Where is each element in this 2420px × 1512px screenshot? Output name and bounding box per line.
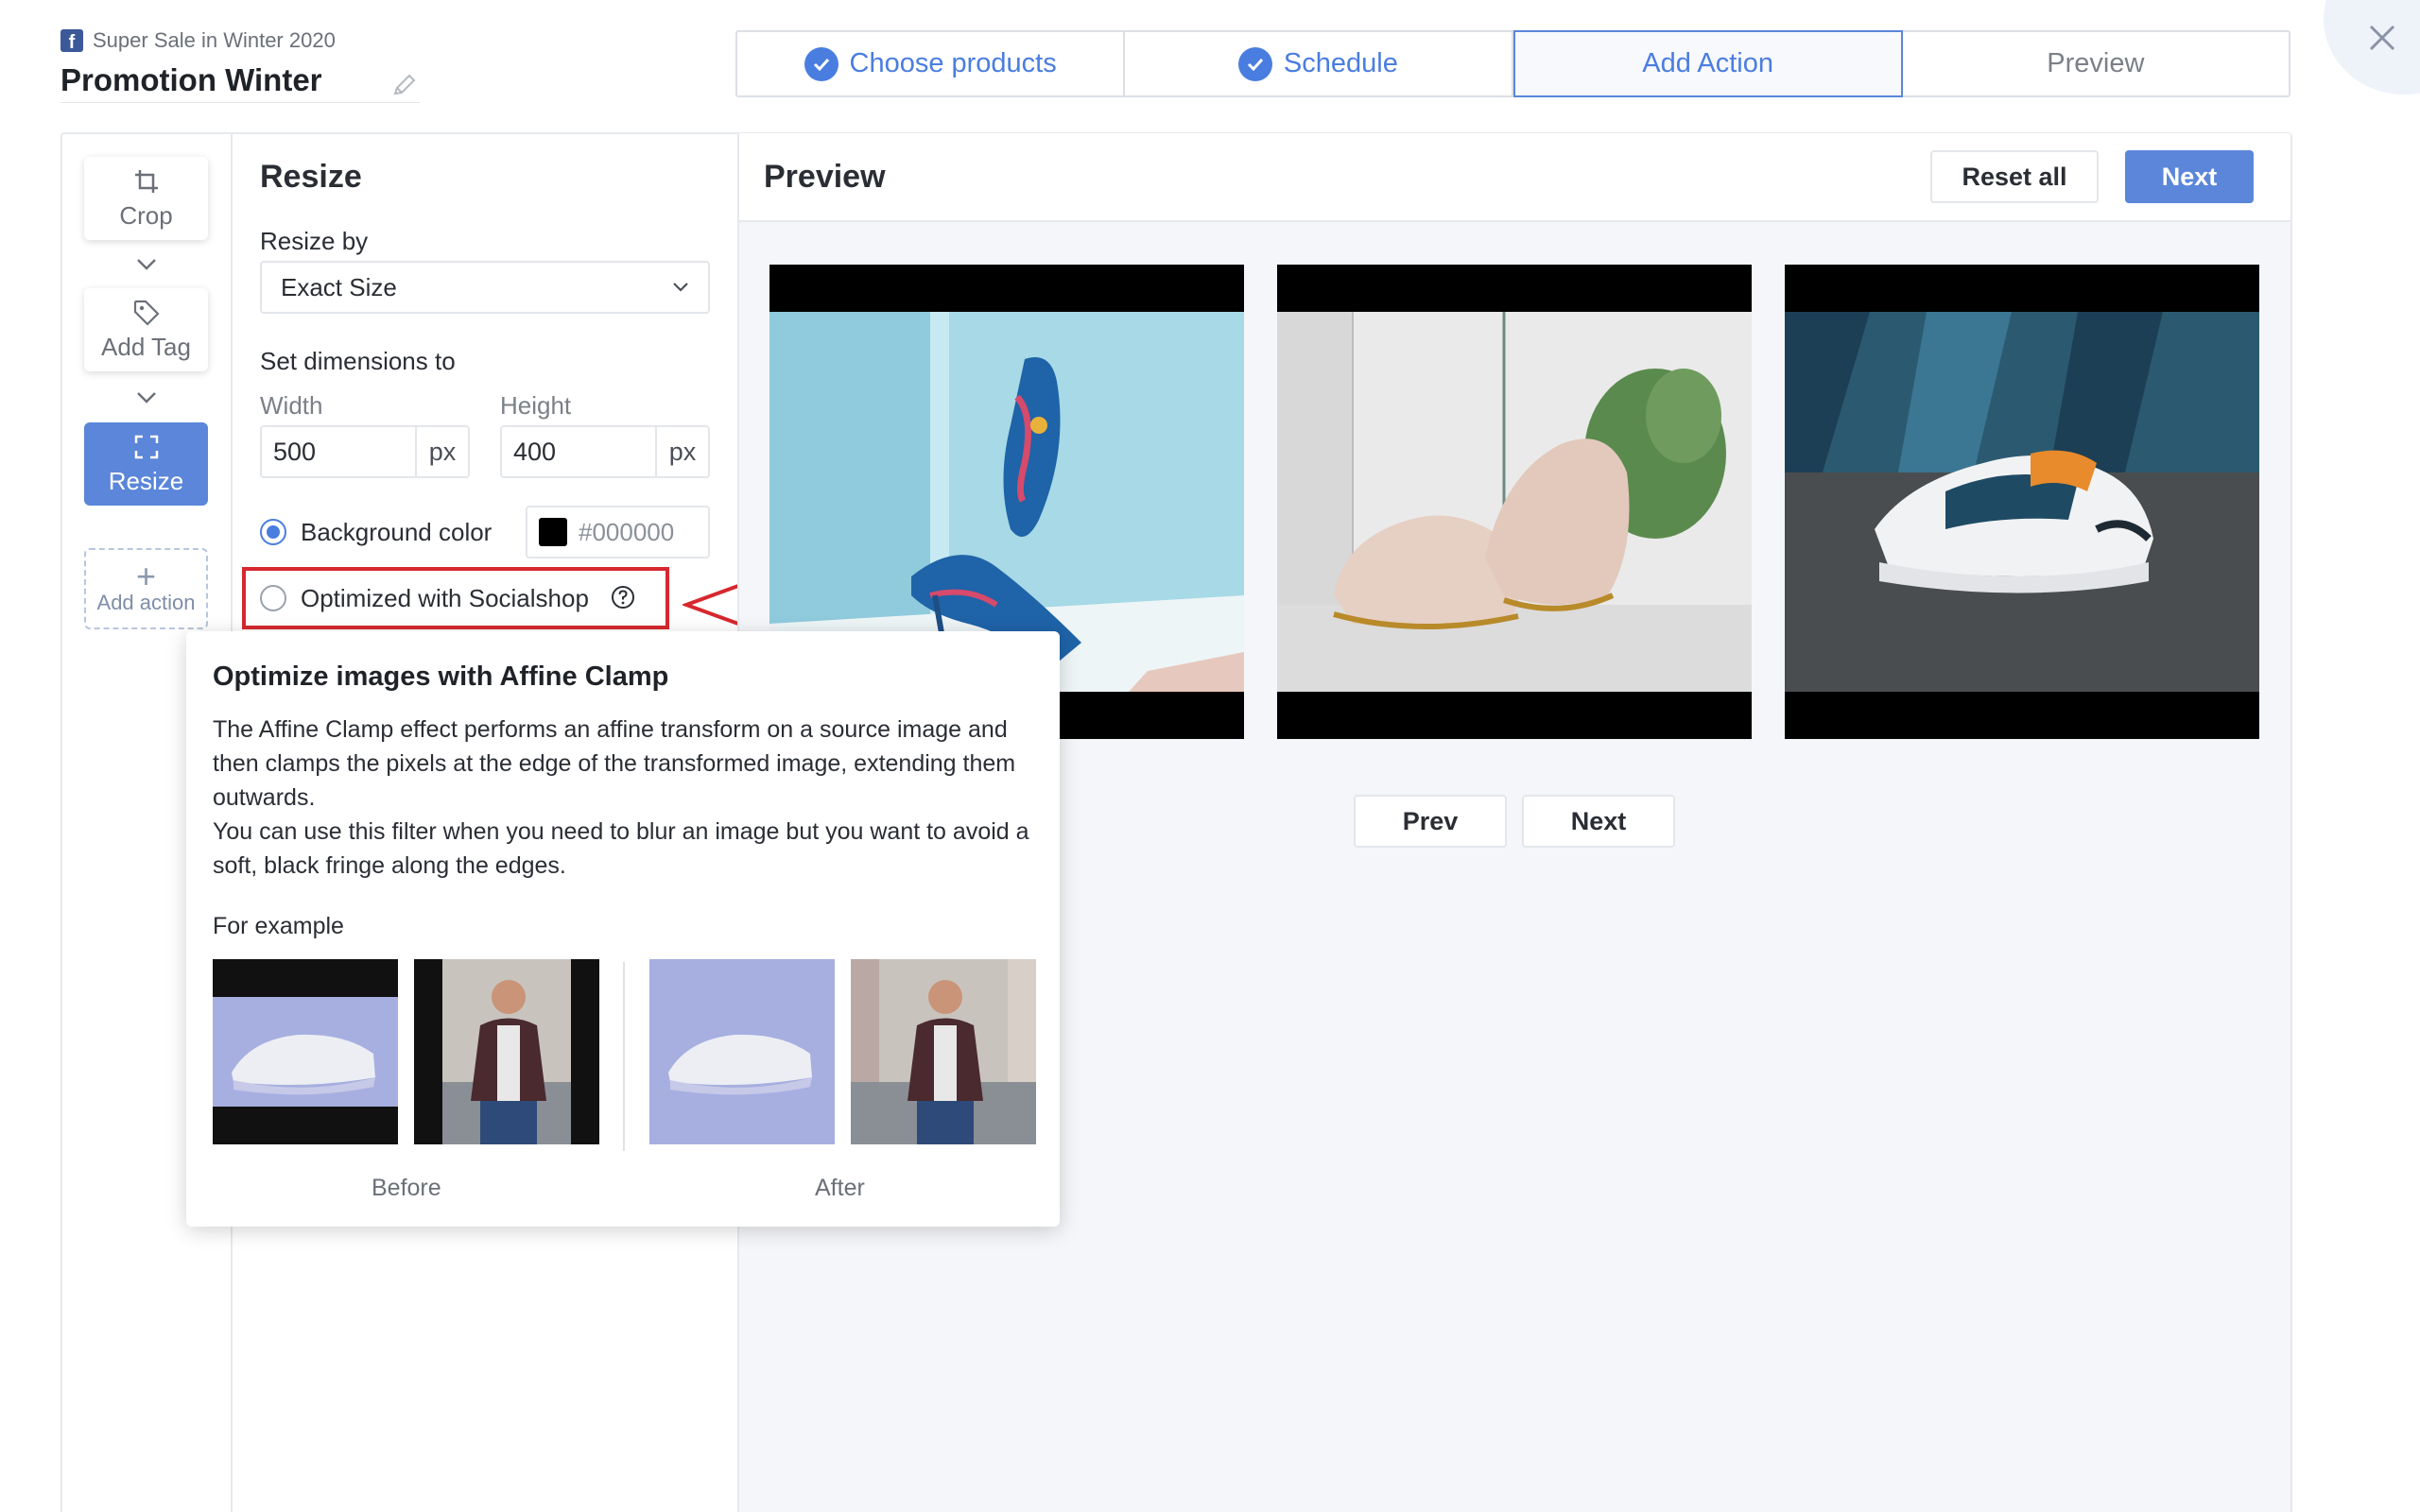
width-unit: px	[415, 427, 468, 476]
crop-icon	[134, 169, 158, 193]
sneaker-photo	[1785, 312, 2259, 692]
crop-action[interactable]: Crop	[84, 157, 208, 240]
campaign-row: f Super Sale in Winter 2020	[60, 28, 336, 53]
width-field[interactable]: 500 px	[260, 425, 470, 478]
step-label: Add Action	[1642, 48, 1773, 78]
height-unit: px	[655, 427, 708, 476]
chevron-down-icon	[673, 283, 688, 292]
background-color-radio[interactable]	[260, 519, 286, 545]
width-value: 500	[273, 437, 317, 466]
resize-action[interactable]: Resize	[84, 422, 208, 506]
popover-paragraph: You can use this filter when you need to…	[213, 818, 1029, 879]
optimized-label: Optimized with Socialshop	[301, 584, 589, 612]
example-divider	[623, 962, 625, 1151]
after-man-thumb	[851, 959, 1036, 1144]
crop-label: Crop	[119, 200, 173, 230]
height-value: 400	[513, 437, 557, 466]
height-field[interactable]: 400 px	[500, 425, 710, 478]
resize-by-select[interactable]: Exact Size	[260, 261, 710, 314]
affine-clamp-popover: Optimize images with Affine Clamp The Af…	[186, 631, 1060, 1227]
background-color-field[interactable]: #000000	[526, 506, 710, 558]
stepper: Choose products Schedule Add Action Prev…	[735, 30, 2290, 97]
pencil-icon[interactable]	[389, 70, 420, 100]
close-icon[interactable]	[2365, 21, 2399, 55]
chevron-down-icon	[137, 259, 156, 270]
background-color-label: Background color	[301, 518, 493, 546]
preview-image	[1277, 265, 1752, 739]
height-label: Height	[500, 391, 572, 420]
resize-by-value: Exact Size	[281, 272, 397, 301]
step-preview[interactable]: Preview	[1903, 32, 2289, 95]
before-man-thumb	[414, 959, 599, 1144]
next-page-button[interactable]: Next	[1522, 795, 1675, 848]
facebook-icon: f	[60, 29, 83, 52]
panel-title: Resize	[260, 159, 362, 195]
step-label: Preview	[2047, 48, 2145, 78]
popover-body: The Affine Clamp effect performs an affi…	[213, 713, 1045, 883]
add-tag-label: Add Tag	[101, 332, 191, 361]
resize-icon	[134, 435, 158, 458]
step-label: Choose products	[849, 48, 1057, 78]
step-add-action[interactable]: Add Action	[1512, 30, 1903, 97]
add-action-label: Add action	[96, 591, 196, 614]
plus-icon: +	[135, 557, 157, 595]
width-label: Width	[260, 391, 323, 420]
popover-title: Optimize images with Affine Clamp	[213, 662, 669, 692]
preview-image	[1785, 265, 2259, 739]
dimensions-label: Set dimensions to	[260, 347, 456, 375]
prev-page-button[interactable]: Prev	[1354, 795, 1507, 848]
chevron-down-icon	[137, 392, 156, 404]
next-button[interactable]: Next	[2125, 150, 2254, 203]
background-color-value: #000000	[579, 517, 675, 546]
check-circle-icon	[804, 46, 838, 81]
tag-icon	[133, 300, 160, 326]
add-tag-action[interactable]: Add Tag	[84, 288, 208, 371]
title-underline	[60, 102, 420, 103]
reset-all-button[interactable]: Reset all	[1930, 150, 2099, 203]
optimized-radio[interactable]	[260, 585, 286, 611]
step-choose-products[interactable]: Choose products	[737, 32, 1126, 95]
brogues-photo	[1277, 312, 1752, 692]
popover-paragraph: The Affine Clamp effect performs an affi…	[213, 716, 1016, 811]
before-caption: Before	[372, 1175, 441, 1201]
resize-by-label: Resize by	[260, 227, 369, 255]
color-swatch[interactable]	[539, 518, 567, 546]
step-label: Schedule	[1283, 48, 1398, 78]
help-icon[interactable]	[611, 585, 635, 610]
page-title: Promotion Winter	[60, 62, 322, 97]
example-label: For example	[213, 913, 344, 939]
preview-title: Preview	[764, 159, 886, 195]
after-sneaker-thumb	[649, 959, 835, 1144]
add-action-button[interactable]: + Add action	[84, 548, 208, 629]
resize-label: Resize	[108, 466, 184, 495]
campaign-name: Super Sale in Winter 2020	[93, 28, 336, 52]
step-schedule[interactable]: Schedule	[1125, 32, 1513, 95]
before-sneaker-thumb	[213, 959, 398, 1144]
check-circle-icon	[1237, 46, 1272, 81]
after-caption: After	[815, 1175, 865, 1201]
